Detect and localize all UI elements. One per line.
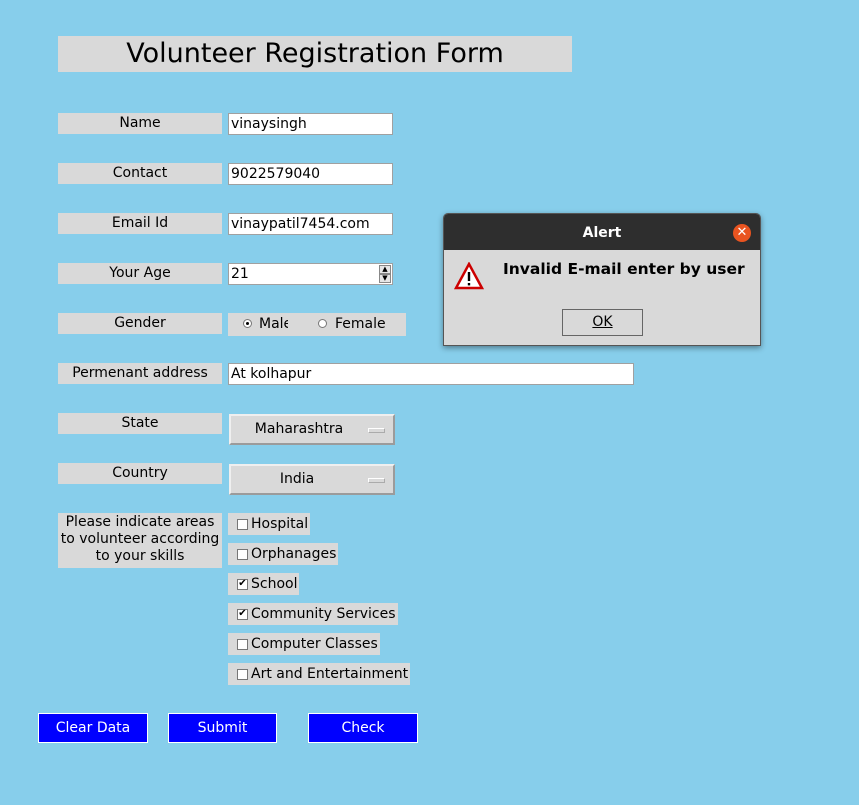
alert-dialog: Alert ✕ Invalid E-mail enter by user OK — [443, 213, 761, 346]
name-label: Name — [58, 113, 222, 134]
state-label: State — [58, 413, 222, 434]
close-icon[interactable]: ✕ — [733, 224, 751, 242]
dropdown-indicator-icon — [368, 478, 385, 483]
state-value: Maharashtra — [254, 421, 344, 437]
area-community-services[interactable]: ✔ Community Services — [228, 603, 398, 625]
contact-label: Contact — [58, 163, 222, 184]
community-services-label: Community Services — [251, 606, 396, 622]
community-services-checkbox[interactable]: ✔ — [237, 608, 248, 620]
hospital-checkbox[interactable] — [237, 518, 248, 530]
country-label: Country — [58, 463, 222, 484]
name-input[interactable]: vinaysingh — [228, 113, 393, 135]
dropdown-indicator-icon — [368, 428, 385, 433]
email-label: Email Id — [58, 213, 222, 234]
computer-classes-label: Computer Classes — [251, 636, 378, 652]
area-hospital[interactable]: Hospital — [228, 513, 311, 535]
dialog-title: Alert — [582, 225, 622, 241]
gender-male-radio[interactable] — [243, 319, 252, 328]
address-input[interactable]: At kolhapur — [228, 363, 634, 385]
dialog-message: Invalid E-mail enter by user — [503, 260, 745, 278]
contact-input[interactable]: 9022579040 — [228, 163, 393, 185]
art-entertainment-label: Art and Entertainment — [251, 666, 409, 682]
gender-male-label[interactable]: Male — [259, 316, 288, 332]
country-value: India — [279, 471, 315, 487]
areas-label: Please indicate areas to volunteer accor… — [58, 513, 222, 568]
hospital-label: Hospital — [251, 516, 309, 532]
orphanages-label: Orphanages — [251, 546, 337, 562]
ok-label: OK — [592, 314, 613, 330]
school-label: School — [251, 576, 298, 592]
art-entertainment-checkbox[interactable] — [237, 668, 248, 680]
gender-label: Gender — [58, 313, 222, 334]
area-orphanages[interactable]: Orphanages — [228, 543, 339, 565]
age-label: Your Age — [58, 263, 222, 284]
country-dropdown[interactable]: India — [229, 464, 395, 495]
area-computer-classes[interactable]: Computer Classes — [228, 633, 380, 655]
gender-female-radio[interactable] — [318, 319, 327, 328]
check-button[interactable]: Check — [308, 713, 418, 743]
area-art-entertainment[interactable]: Art and Entertainment — [228, 663, 411, 685]
address-label: Permenant address — [58, 363, 222, 384]
email-input[interactable]: vinaypatil7454.com — [228, 213, 393, 235]
age-spinbox[interactable]: 21 ▲ ▼ — [228, 263, 393, 285]
area-school[interactable]: ✔ School — [228, 573, 300, 595]
gender-group: Male Female — [228, 313, 406, 336]
form-title: Volunteer Registration Form — [58, 36, 572, 72]
school-checkbox[interactable]: ✔ — [237, 578, 248, 590]
spin-up-icon[interactable]: ▲ — [379, 265, 391, 274]
computer-classes-checkbox[interactable] — [237, 638, 248, 650]
age-value: 21 — [231, 266, 249, 282]
ok-button[interactable]: OK — [562, 309, 643, 336]
gender-female-label[interactable]: Female — [335, 316, 386, 332]
state-dropdown[interactable]: Maharashtra — [229, 414, 395, 445]
orphanages-checkbox[interactable] — [237, 548, 248, 560]
age-spin-buttons[interactable]: ▲ ▼ — [379, 265, 391, 283]
spin-down-icon[interactable]: ▼ — [379, 274, 391, 283]
clear-data-button[interactable]: Clear Data — [38, 713, 148, 743]
submit-button[interactable]: Submit — [168, 713, 277, 743]
dialog-titlebar[interactable]: Alert ✕ — [444, 214, 760, 250]
warning-icon — [454, 262, 484, 290]
